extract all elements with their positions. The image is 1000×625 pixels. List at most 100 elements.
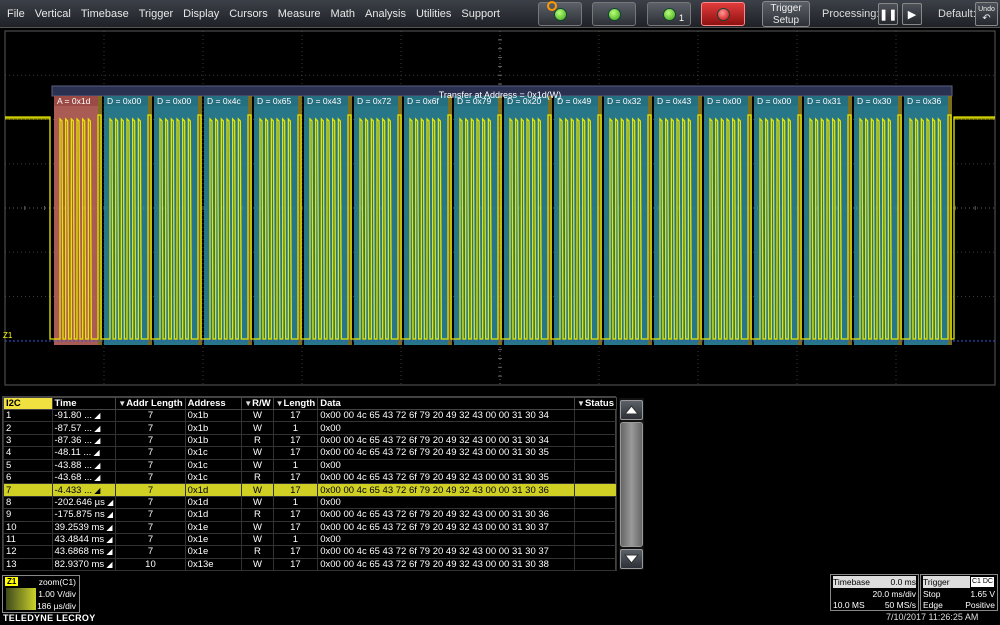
table-row[interactable]: 11 43.4844 ms ◢ 7 0x1e W 1 0x00 (3, 532, 617, 547)
menu-utilities[interactable]: Utilities (411, 0, 456, 28)
normal-trigger-button[interactable] (592, 2, 636, 26)
length-cell: 1 (272, 532, 319, 547)
length-cell: 17 (272, 557, 319, 572)
stop-trigger-button[interactable] (701, 2, 745, 26)
addr-length-cell: 7 (115, 545, 186, 559)
col-addr-length-label: Addr Length (126, 398, 183, 409)
pause-button[interactable]: ❚❚ (878, 3, 898, 25)
table-row[interactable]: 5 -43.88 ... ◢ 7 0x1c W 1 0x00 (3, 458, 617, 472)
menu-timebase[interactable]: Timebase (76, 0, 134, 28)
length-cell: 1 (272, 495, 319, 510)
data-cell: 0x00 (317, 532, 576, 547)
z1-tdiv: 186 µs/div (37, 601, 76, 611)
addr-length-cell: 7 (115, 446, 186, 460)
col-i2c[interactable]: I2C (3, 397, 53, 410)
sort-arrow-icon: ▼ (244, 399, 253, 408)
timebase-rate: 50 MS/s (884, 600, 916, 610)
col-time[interactable]: Time (51, 397, 117, 410)
col-length-label: Length (283, 398, 316, 409)
menu-vertical[interactable]: Vertical (30, 0, 76, 28)
table-scrollbar[interactable] (619, 398, 644, 570)
rw-cell: W (241, 557, 274, 572)
addr-length-cell: 7 (115, 495, 186, 510)
data-cell: 0x00 (317, 421, 576, 435)
trigger-setup-button[interactable]: Trigger Setup (762, 1, 810, 27)
table-row[interactable]: 12 43.6868 ms ◢ 7 0x1e R 17 0x00 00 4c 65 43 7… (3, 545, 617, 559)
time-cell: -175.875 ns ◢ (51, 508, 117, 522)
col-status[interactable]: ▼Status (574, 397, 617, 410)
address-cell: 0x1d (184, 495, 243, 510)
waveform-grid[interactable]: A = 0x1d D = 0x00 D = 0x00 D = 0x4c D = 0x65… (0, 29, 1000, 394)
address-cell: 0x1e (184, 532, 243, 547)
menu-cursors[interactable]: Cursors (224, 0, 273, 28)
expand-icon: ◢ (92, 423, 101, 433)
col-data[interactable]: Data (317, 397, 576, 410)
undo-button[interactable]: Undo ↶ (975, 2, 998, 26)
rw-cell: R (241, 508, 274, 522)
auto-trigger-button[interactable] (538, 1, 582, 26)
menu-math[interactable]: Math (326, 0, 360, 28)
trigger-descriptor[interactable]: Trigger C1 DC Stop 1.65 V Edge Positive (920, 574, 998, 611)
menu-file[interactable]: File (2, 0, 30, 28)
time-cell: -91.80 ... ◢ (51, 408, 117, 423)
addr-length-cell: 7 (115, 483, 186, 497)
time-cell: -202.646 µs ◢ (51, 495, 117, 510)
length-cell: 17 (272, 446, 319, 460)
table-row[interactable]: 13 82.9370 ms ◢ 10 0x13e W 17 0x00 00 4c 65 43… (3, 557, 617, 572)
col-rw[interactable]: ▼R/W (241, 397, 274, 410)
data-cell: 0x00 00 4c 65 43 72 6f 79 20 49 32 43 00… (317, 470, 576, 485)
timebase-offset: 0.0 ms (890, 577, 916, 587)
row-number: 8 (3, 495, 53, 510)
trigger-type: Edge (923, 600, 943, 610)
scroll-down-button[interactable] (620, 549, 643, 569)
menu-analysis[interactable]: Analysis (360, 0, 411, 28)
col-address[interactable]: Address (184, 397, 243, 410)
z1-channel-descriptor[interactable]: Z1 zoom(C1) 1.00 V/div 186 µs/div (2, 575, 80, 613)
data-cell: 0x00 00 4c 65 43 72 6f 79 20 49 32 43 00… (317, 508, 576, 522)
transfer-title: Transfer at Address = 0x1d(W) (439, 90, 561, 100)
decode-segments: A = 0x1d D = 0x00 D = 0x00 D = 0x4c D = 0x65… (5, 85, 995, 345)
processing-label: Processing: (822, 8, 880, 20)
time-cell: 43.6868 ms ◢ (51, 545, 117, 559)
table-row[interactable]: 3 -87.36 ... ◢ 7 0x1b R 17 0x00 00 4c 65 43 72… (3, 433, 617, 448)
address-cell: 0x1c (184, 446, 243, 460)
table-row[interactable]: 1 -91.80 ... ◢ 7 0x1b W 17 0x00 00 4c 65 43 72… (3, 408, 617, 423)
menu-display[interactable]: Display (178, 0, 224, 28)
single-trigger-button[interactable]: 1 (647, 2, 691, 26)
scroll-up-button[interactable] (620, 400, 643, 420)
timebase-descriptor[interactable]: Timebase 0.0 ms 20.0 ms/div 10.0 MS 50 M… (830, 574, 919, 611)
data-cell: 0x00 00 4c 65 43 72 6f 79 20 49 32 43 00… (317, 433, 576, 448)
table-row[interactable]: 6 -43.68 ... ◢ 7 0x1c R 17 0x00 00 4c 65 43 72… (3, 470, 617, 485)
trigger-label: Trigger (923, 577, 950, 587)
address-cell: 0x1b (184, 421, 243, 435)
expand-icon: ◢ (104, 497, 114, 507)
table-row[interactable]: 4 -48.11 ... ◢ 7 0x1c W 17 0x00 00 4c 65 43 72… (3, 446, 617, 460)
length-cell: 17 (272, 545, 319, 559)
menu-support[interactable]: Support (456, 0, 505, 28)
row-number: 11 (3, 532, 53, 547)
time-cell: 43.4844 ms ◢ (51, 532, 117, 547)
menu-measure[interactable]: Measure (273, 0, 326, 28)
table-row[interactable]: 10 39.2539 ms ◢ 7 0x1e W 17 0x00 00 4c 65 43 7… (3, 520, 617, 534)
table-row[interactable]: 8 -202.646 µs ◢ 7 0x1d W 1 0x00 (3, 495, 617, 510)
expand-icon: ◢ (92, 435, 101, 445)
rw-cell: R (241, 433, 274, 448)
address-cell: 0x1b (184, 433, 243, 448)
menu-trigger[interactable]: Trigger (134, 0, 178, 28)
row-number: 4 (3, 446, 53, 460)
address-cell: 0x1b (184, 408, 243, 423)
col-time-label: Time (54, 398, 77, 409)
row-number: 13 (3, 557, 53, 572)
table-row[interactable]: 7 -4.433 ... ◢ 7 0x1d W 17 0x00 00 4c 65 43 72… (3, 483, 617, 497)
status-cell (574, 470, 617, 485)
scroll-thumb[interactable] (620, 422, 643, 547)
play-button[interactable]: ▶ (902, 3, 922, 25)
col-addr-length[interactable]: ▼Addr Length (115, 397, 186, 410)
col-address-label: Address (187, 398, 226, 409)
col-length[interactable]: ▼Length (272, 397, 319, 410)
table-row[interactable]: 9 -175.875 ns ◢ 7 0x1d R 17 0x00 00 4c 65 43 7… (3, 508, 617, 522)
segment-label: D = 0x43 (307, 96, 342, 106)
table-row[interactable]: 2 -87.57 ... ◢ 7 0x1b W 1 0x00 (3, 421, 617, 435)
arrow-down-icon (623, 554, 640, 564)
timebase-row3: 10.0 MS 50 MS/s (833, 599, 916, 611)
